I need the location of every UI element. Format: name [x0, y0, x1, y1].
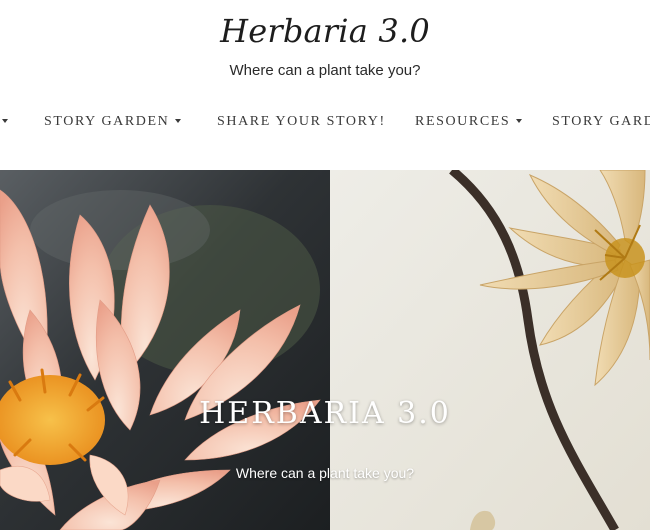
nav-item-resources[interactable]: RESOURCES: [415, 114, 523, 130]
hero-title: HERBARIA 3.0: [199, 396, 451, 431]
caret-down-icon: [175, 118, 182, 123]
hero-banner: HERBARIA 3.0 Where can a plant take you?: [0, 170, 650, 530]
nav-item-label: RESOURCES: [415, 114, 511, 129]
main-navigation: STORY GARDEN SHARE YOUR STORY! RESOURCES…: [0, 114, 650, 132]
nav-item-label: STORY GARDEN: [44, 114, 170, 129]
site-title[interactable]: Herbaria 3.0: [0, 12, 650, 50]
nav-item-label: STORY GARD: [552, 114, 650, 129]
caret-down-icon: [2, 118, 8, 123]
site-tagline: Where can a plant take you?: [229, 62, 421, 79]
hero-subtitle: Where can a plant take you?: [235, 465, 415, 481]
nav-item-label: SHARE YOUR STORY!: [217, 114, 386, 129]
nav-item-share-your-story[interactable]: SHARE YOUR STORY!: [217, 114, 386, 130]
nav-item-story-garden-2[interactable]: STORY GARD: [552, 114, 650, 130]
caret-down-icon: [516, 118, 523, 123]
nav-item-story-garden[interactable]: STORY GARDEN: [44, 114, 182, 130]
nav-item-offscreen[interactable]: [0, 114, 8, 130]
